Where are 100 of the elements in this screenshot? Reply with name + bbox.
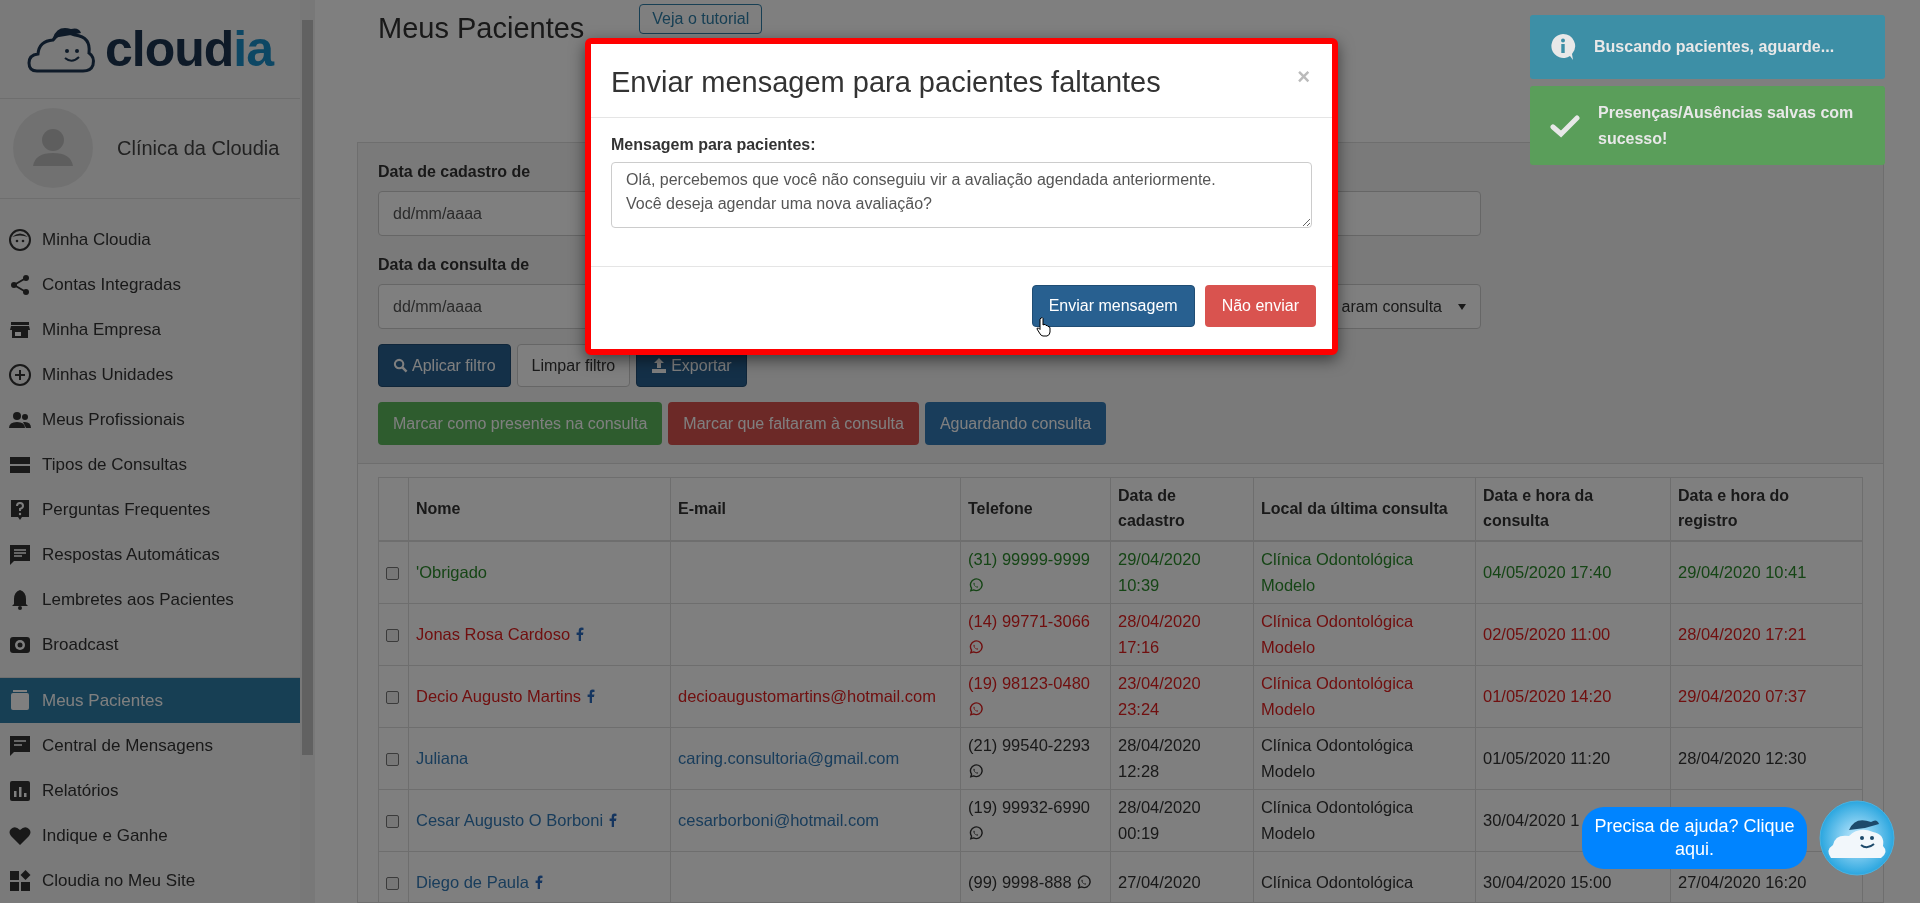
mark-status-button[interactable]: Marcar que faltaram à consulta: [668, 402, 919, 445]
row-checkbox[interactable]: [386, 876, 399, 890]
sidebar-item[interactable]: Perguntas Frequentes: [0, 487, 300, 532]
table-cell: 04/05/2020 17:40: [1483, 562, 1612, 581]
avatar-icon: [13, 108, 93, 189]
cancel-button[interactable]: Não enviar: [1204, 285, 1316, 327]
table-cell: Clínica Odontológica Modelo: [1261, 673, 1414, 718]
patient-name[interactable]: Juliana: [416, 748, 469, 767]
field-label: Data de cadastro de: [378, 163, 531, 182]
row-checkbox[interactable]: [386, 566, 399, 580]
mascot-avatar-icon[interactable]: [1819, 800, 1895, 876]
facebook-icon: [609, 812, 618, 827]
patient-email: caring.consultoria@gmail.com: [678, 748, 900, 767]
caret-icon: [1458, 303, 1466, 310]
toast-message: Buscando pacientes, aguarde...: [1594, 37, 1835, 58]
column-header: E-mail: [678, 499, 726, 517]
clinic-name: Clínica da Cloudia: [117, 136, 280, 160]
table-cell: 30/04/2020 15:00: [1483, 872, 1612, 891]
table-cell: 27/04/2020 16:20: [1678, 872, 1807, 891]
table-cell: 29/04/2020 07:37: [1678, 686, 1807, 705]
field-label: Data da consulta de: [378, 256, 530, 275]
contact-card-icon: [8, 688, 32, 713]
table-cell: 28/04/2020 17:16: [1118, 611, 1201, 656]
whatsapp-icon: [1076, 874, 1092, 890]
sidebar-item[interactable]: Tipos de Consultas: [0, 442, 300, 487]
phone-number: (14) 99771-3066: [968, 611, 1090, 630]
clear-filter-button[interactable]: Limpar filtro: [516, 344, 631, 387]
sidebar-item[interactable]: Minha Cloudia: [0, 217, 300, 262]
table-cell: 27/04/2020: [1118, 872, 1201, 891]
facebook-icon: [534, 874, 543, 889]
sidebar-item[interactable]: Minhas Unidades: [0, 352, 300, 397]
patient-email: decioaugustomartins@hotmail.com: [678, 686, 936, 705]
table-cell: 28/04/2020 17:21: [1678, 624, 1807, 643]
tutorial-button[interactable]: Veja o tutorial: [639, 4, 763, 34]
sidebar-item[interactable]: Meus Pacientes: [0, 678, 300, 723]
sidebar-item[interactable]: Minha Empresa: [0, 307, 300, 352]
facebook-icon: [576, 626, 585, 641]
patient-name[interactable]: Jonas Rosa Cardoso: [416, 624, 571, 643]
sidebar-item[interactable]: Central de Mensagens: [0, 723, 300, 768]
table-cell: 29/04/2020 10:39: [1118, 549, 1201, 594]
table-cell: 28/04/2020 12:28: [1118, 735, 1201, 780]
patient-name[interactable]: Decio Augusto Martins: [416, 686, 582, 705]
column-header: Data e hora da consulta: [1483, 487, 1594, 529]
search-icon: [393, 358, 408, 373]
send-button[interactable]: Enviar mensagem: [1031, 285, 1195, 327]
column-header: Data e hora do registro: [1678, 487, 1790, 529]
sidebar-item[interactable]: Relatórios: [0, 768, 300, 813]
sidebar-item[interactable]: Indique e Ganhe: [0, 813, 300, 858]
checkmark-icon: [1550, 113, 1580, 138]
apply-filter-button[interactable]: Aplicar filtro: [378, 344, 511, 387]
phone-number: (19) 98123-0480: [968, 673, 1090, 692]
phone-number: (21) 99540-2293: [968, 735, 1090, 754]
table-cell: Clínica Odontológica Modelo: [1261, 611, 1414, 656]
widget-icon: [8, 868, 32, 893]
whatsapp-icon: [968, 763, 983, 779]
logo-wordmark: cloudia: [105, 23, 273, 74]
help-bubble[interactable]: Precisa de ajuda? Clique aqui.: [1582, 807, 1807, 869]
sidebar-item[interactable]: Meus Profissionais: [0, 397, 300, 442]
message-lines-icon: [8, 542, 32, 567]
row-checkbox[interactable]: [386, 752, 399, 766]
sidebar-item[interactable]: Respostas Automáticas: [0, 532, 300, 577]
whatsapp-icon: [968, 701, 983, 717]
patient-name[interactable]: Diego de Paula: [416, 872, 529, 891]
sidebar-item[interactable]: Lembretes aos Pacientes: [0, 577, 300, 622]
sidebar-item[interactable]: Contas Integradas: [0, 262, 300, 307]
whatsapp-icon: [968, 639, 983, 655]
upload-icon: [651, 358, 668, 373]
table-cell: 01/05/2020 14:20: [1483, 686, 1612, 705]
toast-message: Presenças/Ausências salvas com sucesso!: [1598, 103, 1855, 149]
table-cell: Clínica Odontológica Modelo: [1261, 735, 1414, 780]
mark-status-button[interactable]: Aguardando consulta: [924, 402, 1107, 445]
table-cell: 30/04/2020 1: [1483, 810, 1580, 829]
message-field[interactable]: Olá, percebemos que você não conseguiu vir a avaliação agendada anteriormente. Você deseja agendar uma nova avaliação?: [611, 162, 1312, 228]
table-cell: 28/04/2020 12:30: [1678, 748, 1807, 767]
row-checkbox[interactable]: [386, 628, 399, 642]
whatsapp-icon: [968, 825, 983, 841]
table-cell: Clínica Odontológica Modelo: [1261, 549, 1414, 594]
facebook-icon: [587, 688, 596, 703]
sidebar-item[interactable]: Broadcast: [0, 622, 300, 667]
dialog-title: Enviar mensagem para pacientes faltantes: [611, 66, 1161, 99]
patient-name[interactable]: 'Obrigado: [416, 562, 488, 581]
scrollbar[interactable]: [300, 0, 315, 903]
row-checkbox[interactable]: [386, 814, 399, 828]
face-icon: [8, 227, 32, 252]
bar-chart-icon: [8, 778, 32, 803]
info-icon: [1550, 33, 1576, 61]
column-header: Telefone: [968, 499, 1033, 517]
chat-icon: [8, 733, 32, 758]
row-checkbox[interactable]: [386, 690, 399, 704]
column-header: Local da última consulta: [1261, 499, 1448, 517]
hand-cursor-icon: [1036, 317, 1052, 337]
table-cell: 23/04/2020 23:24: [1118, 673, 1201, 718]
page-title: Meus Pacientes: [378, 12, 585, 45]
plus-circle-icon: [8, 362, 32, 387]
table-cell: Clínica Odontológica Modelo: [1261, 797, 1414, 842]
share-icon: [8, 272, 32, 297]
sidebar-item[interactable]: Cloudia no Meu Site: [0, 858, 300, 903]
field-label: Mensagem para pacientes:: [611, 136, 817, 154]
table-cell: Clínica Odontológica: [1261, 872, 1414, 891]
question-icon: [8, 497, 32, 522]
